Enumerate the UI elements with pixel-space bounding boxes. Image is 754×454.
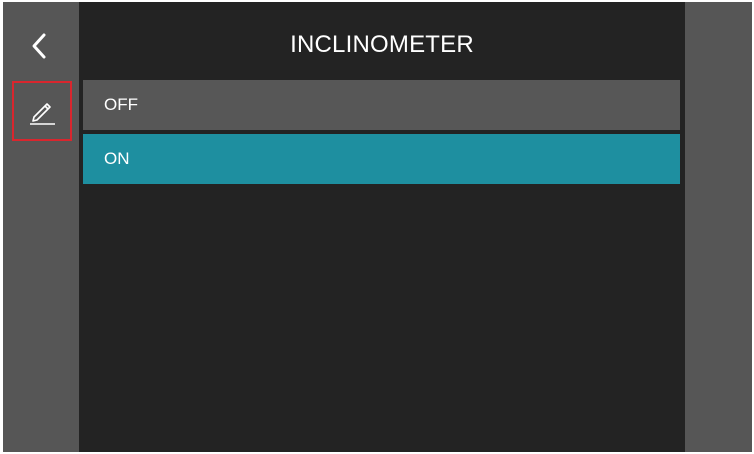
pencil-icon <box>25 94 59 128</box>
option-on-label: ON <box>104 149 130 168</box>
left-rail <box>3 2 79 452</box>
option-off[interactable]: OFF <box>83 80 680 130</box>
back-button[interactable] <box>19 26 59 66</box>
option-off-label: OFF <box>104 95 138 114</box>
page-title: INCLINOMETER <box>290 31 474 58</box>
main-panel: INCLINOMETER OFF ON <box>79 2 685 452</box>
screen: INCLINOMETER OFF ON <box>3 2 752 452</box>
chevron-left-icon <box>32 33 46 59</box>
option-on[interactable]: ON <box>83 134 680 184</box>
edit-button[interactable] <box>12 81 72 141</box>
right-rail <box>685 2 752 452</box>
